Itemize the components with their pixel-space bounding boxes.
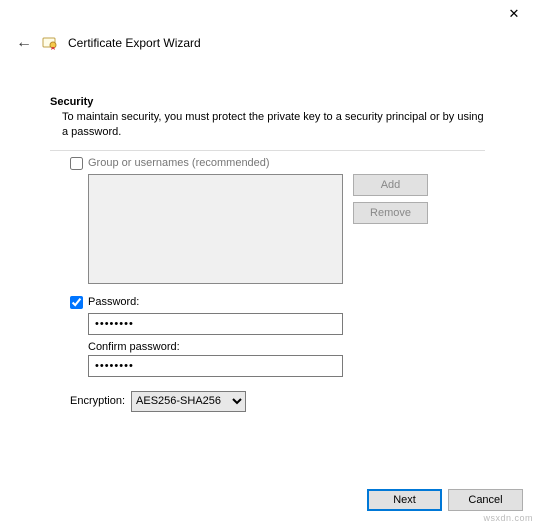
close-button[interactable]: ✕ [499,4,529,24]
confirm-password-label: Confirm password: [88,341,485,353]
principals-buttons: Add Remove [353,174,428,284]
encryption-row: Encryption: AES256-SHA256 [70,391,485,412]
section-heading-security: Security [50,96,485,108]
next-button[interactable]: Next [367,489,442,511]
section-description: To maintain security, you must protect t… [50,108,485,150]
form-area: Group or usernames (recommended) Add Rem… [50,157,485,412]
wizard-footer: Next Cancel [367,489,523,511]
titlebar: ✕ [0,0,535,28]
group-usernames-checkbox[interactable] [70,157,83,170]
add-button[interactable]: Add [353,174,428,196]
remove-button[interactable]: Remove [353,202,428,224]
watermark: wsxdn.com [483,513,533,523]
group-usernames-label: Group or usernames (recommended) [88,157,270,169]
principals-listbox[interactable] [88,174,343,284]
confirm-password-input[interactable] [88,355,343,377]
encryption-label: Encryption: [70,395,125,407]
group-usernames-row: Group or usernames (recommended) [70,157,485,170]
encryption-select[interactable]: AES256-SHA256 [131,391,246,412]
back-arrow-icon[interactable]: ← [16,34,32,52]
groups-row: Add Remove [88,174,485,284]
content-area: Security To maintain security, you must … [0,52,535,412]
certificate-icon [42,35,58,51]
wizard-title: Certificate Export Wizard [68,36,201,50]
password-input[interactable] [88,313,343,335]
password-checkbox-row: Password: [70,296,485,309]
wizard-header: ← Certificate Export Wizard [0,28,535,52]
password-checkbox[interactable] [70,296,83,309]
password-checkbox-label: Password: [88,296,139,308]
divider [50,150,485,151]
cancel-button[interactable]: Cancel [448,489,523,511]
